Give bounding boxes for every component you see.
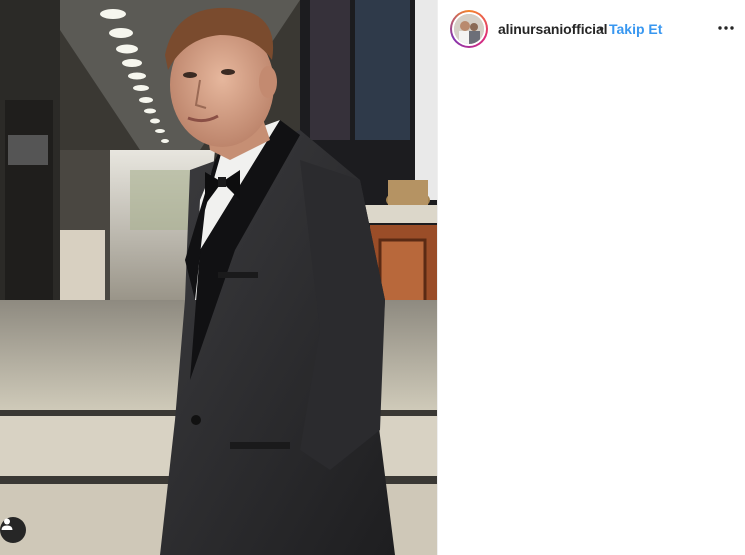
post-side-panel: alinursaniofficial • Takip Et	[437, 0, 745, 555]
avatar-frame	[452, 12, 486, 46]
post-photo-image	[0, 0, 437, 555]
separator-dot: •	[599, 20, 604, 36]
username-link[interactable]: alinursaniofficial	[498, 21, 608, 37]
ellipsis-icon	[718, 26, 734, 30]
avatar-photo	[454, 14, 484, 44]
post-header: alinursaniofficial • Takip Et	[438, 0, 745, 58]
avatar[interactable]	[450, 10, 488, 48]
post-photo[interactable]	[0, 0, 437, 555]
user-tag-button[interactable]	[0, 517, 26, 543]
more-options-button[interactable]	[714, 16, 738, 40]
follow-button[interactable]: Takip Et	[609, 21, 662, 37]
person-icon	[1, 518, 13, 530]
avatar-image	[454, 14, 484, 44]
